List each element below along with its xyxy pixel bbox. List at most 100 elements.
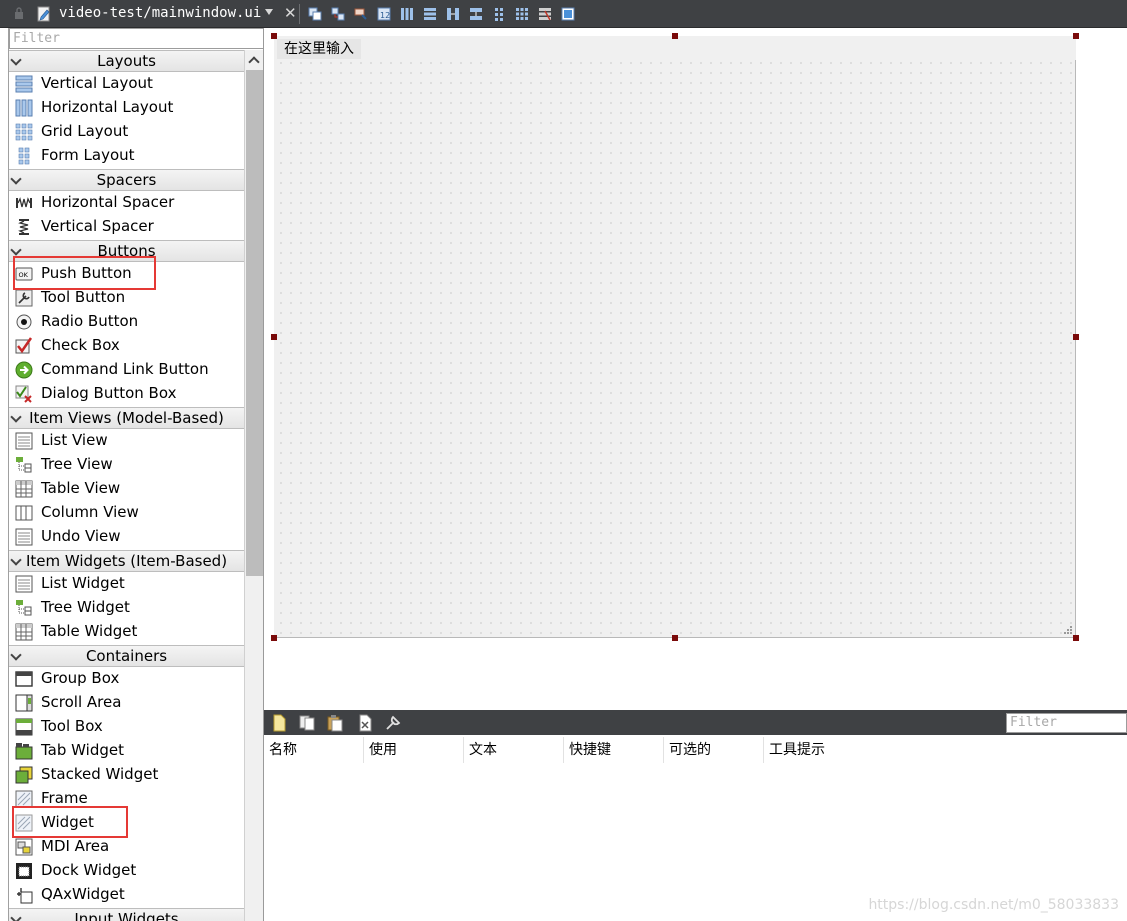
resize-handle-bottom-left[interactable] <box>271 635 277 641</box>
paste-action-icon[interactable] <box>326 714 344 732</box>
action-table-header: 名称 使用 文本 快捷键 可选的 工具提示 <box>264 737 1127 763</box>
widget-item-group-box[interactable]: Group Box <box>9 667 244 691</box>
resize-handle-left[interactable] <box>271 334 277 340</box>
widget-filter-input[interactable]: Filter <box>9 28 264 49</box>
widget-item-tab-widget[interactable]: Tab Widget <box>9 739 244 763</box>
widget-item-label: Tool Button <box>41 288 126 306</box>
delete-action-icon[interactable] <box>356 714 374 732</box>
main-window-form[interactable]: 在这里输入 <box>274 36 1076 638</box>
widget-item-stacked-widget[interactable]: Stacked Widget <box>9 763 244 787</box>
widget-item-label: Table Widget <box>41 622 138 640</box>
scrollbar-thumb[interactable] <box>246 70 263 576</box>
widget-item-form-layout[interactable]: Form Layout <box>9 144 244 168</box>
category-spacers[interactable]: Spacers <box>9 169 244 191</box>
radio-button-icon <box>16 314 32 330</box>
close-icon[interactable]: ✕ <box>284 5 297 21</box>
new-action-icon[interactable] <box>270 714 288 732</box>
category-item-widgets[interactable]: Item Widgets (Item-Based) <box>9 550 244 572</box>
widget-item-label: Scroll Area <box>41 693 122 711</box>
widget-item-command-link-button[interactable]: Command Link Button <box>9 358 244 382</box>
column-header-text[interactable]: 文本 <box>464 737 564 763</box>
table-widget-icon <box>15 623 33 641</box>
list-widget-icon <box>15 575 33 593</box>
widget-item-tree-widget[interactable]: Tree Widget <box>9 596 244 620</box>
resize-handle-top[interactable] <box>672 33 678 39</box>
break-layout-icon[interactable] <box>538 7 552 21</box>
category-label: Input Widgets <box>74 910 179 921</box>
svg-text:12: 12 <box>380 11 390 20</box>
widget-item-label: Vertical Layout <box>41 74 153 92</box>
layout-grid-icon[interactable] <box>515 7 529 21</box>
category-layouts[interactable]: Layouts <box>9 50 244 72</box>
resize-handle-top-right[interactable] <box>1073 33 1079 39</box>
widget-item-list-view[interactable]: List View <box>9 429 244 453</box>
widget-item-label: Horizontal Layout <box>41 98 174 116</box>
highlight-push-button <box>13 256 156 290</box>
widget-item-mdi-area[interactable]: MDI Area <box>9 835 244 859</box>
widget-item-label: Tool Box <box>41 717 103 735</box>
size-grip-icon[interactable] <box>1063 625 1073 635</box>
layout-horizontal-splitter-icon[interactable] <box>446 7 460 21</box>
layout-form-icon[interactable] <box>492 7 506 21</box>
widget-item-tool-box[interactable]: Tool Box <box>9 715 244 739</box>
column-header-used[interactable]: 使用 <box>364 737 464 763</box>
document-tabbar: video-test/mainwindow.ui ✕ 12 <box>0 0 1127 28</box>
chevron-down-icon[interactable] <box>265 9 273 15</box>
category-input-widgets[interactable]: Input Widgets <box>9 908 244 921</box>
widget-item-grid-layout[interactable]: Grid Layout <box>9 120 244 144</box>
category-containers[interactable]: Containers <box>9 645 244 667</box>
widget-item-radio-button[interactable]: Radio Button <box>9 310 244 334</box>
widget-item-dock-widget[interactable]: Dock Widget <box>9 859 244 883</box>
adjust-size-icon[interactable] <box>561 7 575 21</box>
configure-action-icon[interactable] <box>384 714 402 732</box>
widget-item-table-view[interactable]: Table View <box>9 477 244 501</box>
resize-handle-right[interactable] <box>1073 334 1079 340</box>
widget-item-vertical-layout[interactable]: Vertical Layout <box>9 72 244 96</box>
widget-item-undo-view[interactable]: Undo View <box>9 525 244 549</box>
widget-item-qaxwidget[interactable]: QAxWidget <box>9 883 244 907</box>
resize-handle-bottom-right[interactable] <box>1073 635 1079 641</box>
column-header-checkable[interactable]: 可选的 <box>664 737 764 763</box>
column-header-shortcut[interactable]: 快捷键 <box>564 737 664 763</box>
group-box-icon <box>15 671 33 687</box>
resize-handle-bottom[interactable] <box>672 635 678 641</box>
layout-horizontal-icon[interactable] <box>400 7 414 21</box>
watermark-text: https://blog.csdn.net/m0_58033833 <box>868 897 1119 913</box>
edit-buddies-icon[interactable] <box>354 7 368 21</box>
document-filename[interactable]: video-test/mainwindow.ui <box>59 5 261 21</box>
category-item-views[interactable]: Item Views (Model-Based) <box>9 407 244 429</box>
tool-box-icon <box>15 718 33 736</box>
edit-widgets-icon[interactable] <box>308 7 322 21</box>
widget-item-vertical-spacer[interactable]: Vertical Spacer <box>9 215 244 239</box>
widget-item-label: Grid Layout <box>41 122 129 140</box>
widget-item-label: Tab Widget <box>41 741 124 759</box>
action-filter-input[interactable]: Filter <box>1006 713 1127 733</box>
widget-item-scroll-area[interactable]: Scroll Area <box>9 691 244 715</box>
category-label: Containers <box>85 647 168 665</box>
widget-item-check-box[interactable]: Check Box <box>9 334 244 358</box>
form-editor-area: 在这里输入 <box>264 28 1127 710</box>
resize-handle-top-left[interactable] <box>271 33 277 39</box>
column-header-name[interactable]: 名称 <box>264 737 364 763</box>
widget-item-column-view[interactable]: Column View <box>9 501 244 525</box>
lock-icon <box>15 7 23 19</box>
widget-item-table-widget[interactable]: Table Widget <box>9 620 244 644</box>
widget-item-list-widget[interactable]: List Widget <box>9 572 244 596</box>
widget-item-dialog-button-box[interactable]: Dialog Button Box <box>9 382 244 406</box>
layout-vertical-icon[interactable] <box>423 7 437 21</box>
widget-item-tree-view[interactable]: Tree View <box>9 453 244 477</box>
widget-item-label: Tree View <box>41 455 113 473</box>
chevron-up-icon[interactable] <box>248 56 260 68</box>
edit-signals-icon[interactable] <box>331 7 345 21</box>
widget-item-horizontal-layout[interactable]: Horizontal Layout <box>9 96 244 120</box>
widget-box-scrollbar[interactable] <box>244 50 264 921</box>
category-label: Layouts <box>97 52 156 70</box>
layout-vertical-splitter-icon[interactable] <box>469 7 483 21</box>
copy-action-icon[interactable] <box>298 714 316 732</box>
menu-type-here[interactable]: 在这里输入 <box>277 39 361 59</box>
category-label: Item Widgets (Item-Based) <box>25 552 228 570</box>
undo-view-icon <box>15 528 33 546</box>
column-header-tooltip[interactable]: 工具提示 <box>764 737 864 763</box>
widget-item-horizontal-spacer[interactable]: Horizontal Spacer <box>9 191 244 215</box>
edit-tab-order-icon[interactable]: 12 <box>377 7 391 21</box>
